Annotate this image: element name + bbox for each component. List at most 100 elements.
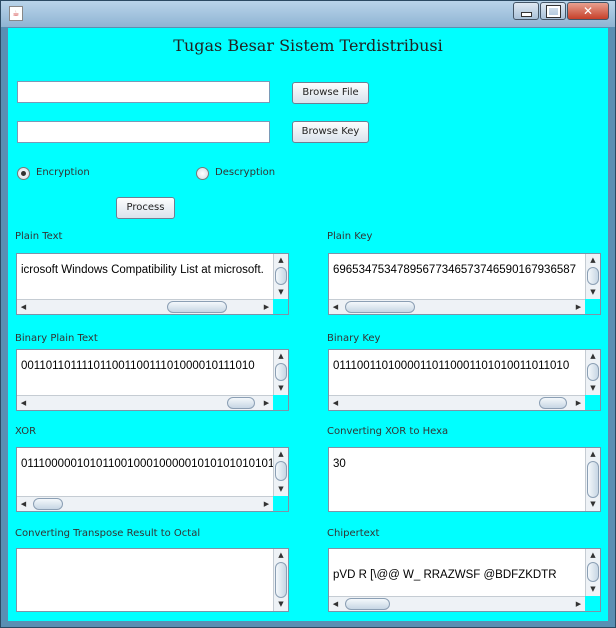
binary-key-value: 01110011010000110110001101010011011010 bbox=[333, 360, 570, 372]
plain-text-label: Plain Text bbox=[15, 231, 63, 242]
maximize-button[interactable] bbox=[540, 2, 566, 20]
scroll-down-icon[interactable]: ▼ bbox=[586, 382, 600, 395]
scroll-right-icon[interactable]: ▶ bbox=[260, 497, 273, 511]
scroll-down-icon[interactable]: ▼ bbox=[274, 598, 288, 611]
scroll-thumb[interactable] bbox=[587, 363, 599, 381]
title-bar[interactable]: ☕ ✕ bbox=[1, 1, 615, 27]
scroll-up-icon[interactable]: ▲ bbox=[586, 549, 600, 562]
plain-text-area[interactable]: icrosoft Windows Compatibility List at m… bbox=[16, 253, 289, 315]
main-panel: Tugas Besar Sistem Terdistribusi Browse … bbox=[8, 28, 608, 621]
page-title: Tugas Besar Sistem Terdistribusi bbox=[173, 36, 443, 55]
chipertext-area[interactable]: pVD R [\@@ W_ RRAZWSF @BDFZKDTR ▲ ▼ ◀ ▶ bbox=[328, 548, 601, 612]
vertical-scrollbar[interactable]: ▲ ▼ bbox=[585, 448, 600, 511]
binary-key-label: Binary Key bbox=[327, 333, 381, 344]
vertical-scrollbar[interactable]: ▲ ▼ bbox=[273, 254, 288, 299]
vertical-scrollbar[interactable]: ▲ ▼ bbox=[273, 448, 288, 496]
scroll-down-icon[interactable]: ▼ bbox=[274, 382, 288, 395]
encryption-label: Encryption bbox=[36, 167, 90, 178]
scroll-thumb[interactable] bbox=[275, 267, 287, 285]
minimize-button[interactable] bbox=[513, 2, 539, 20]
horizontal-scrollbar[interactable]: ◀ ▶ bbox=[17, 496, 273, 511]
scroll-thumb[interactable] bbox=[275, 461, 287, 481]
scroll-up-icon[interactable]: ▲ bbox=[274, 254, 288, 267]
scroll-thumb[interactable] bbox=[587, 461, 599, 498]
scroll-right-icon[interactable]: ▶ bbox=[260, 300, 273, 314]
scroll-thumb[interactable] bbox=[275, 562, 287, 598]
scroll-thumb[interactable] bbox=[345, 598, 390, 610]
scroll-down-icon[interactable]: ▼ bbox=[274, 286, 288, 299]
scroll-down-icon[interactable]: ▼ bbox=[586, 583, 600, 596]
binary-plain-text-area[interactable]: 00110110111101100110011101000010111010 ▲… bbox=[16, 349, 289, 411]
scroll-down-icon[interactable]: ▼ bbox=[274, 483, 288, 496]
scroll-thumb[interactable] bbox=[227, 397, 255, 409]
horizontal-scrollbar[interactable]: ◀ ▶ bbox=[329, 596, 585, 611]
scroll-left-icon[interactable]: ◀ bbox=[329, 396, 342, 410]
horizontal-scrollbar[interactable]: ◀ ▶ bbox=[17, 395, 273, 410]
decryption-label: Descryption bbox=[215, 167, 276, 178]
binary-plain-text-label: Binary Plain Text bbox=[15, 333, 98, 344]
scroll-left-icon[interactable]: ◀ bbox=[17, 497, 30, 511]
plain-text-value: icrosoft Windows Compatibility List at m… bbox=[21, 264, 264, 276]
minimize-icon bbox=[520, 11, 532, 17]
binary-plain-text-value: 00110110111101100110011101000010111010 bbox=[21, 360, 255, 372]
plain-key-value: 69653475347895677346573746590167936587 bbox=[333, 264, 577, 276]
plain-key-area[interactable]: 69653475347895677346573746590167936587 ▲… bbox=[328, 253, 601, 315]
encryption-radio[interactable] bbox=[17, 167, 30, 180]
maximize-icon bbox=[545, 4, 561, 18]
scroll-corner bbox=[273, 299, 288, 314]
scroll-thumb[interactable] bbox=[587, 562, 599, 582]
scroll-left-icon[interactable]: ◀ bbox=[329, 597, 342, 611]
horizontal-scrollbar[interactable]: ◀ ▶ bbox=[329, 395, 585, 410]
scroll-thumb[interactable] bbox=[275, 363, 287, 381]
process-button[interactable]: Process bbox=[116, 197, 175, 219]
scroll-left-icon[interactable]: ◀ bbox=[17, 300, 30, 314]
octal-label: Converting Transpose Result to Octal bbox=[15, 528, 201, 539]
scroll-down-icon[interactable]: ▼ bbox=[586, 498, 600, 511]
xor-hex-label: Converting XOR to Hexa bbox=[327, 426, 449, 437]
scroll-left-icon[interactable]: ◀ bbox=[17, 396, 30, 410]
scroll-thumb[interactable] bbox=[167, 301, 227, 313]
scroll-up-icon[interactable]: ▲ bbox=[586, 350, 600, 363]
xor-value: 0111000001010110010001000001010101010101 bbox=[21, 458, 275, 470]
plain-key-label: Plain Key bbox=[327, 231, 373, 242]
scroll-thumb[interactable] bbox=[539, 397, 567, 409]
radio-selected-dot bbox=[21, 171, 26, 176]
scroll-right-icon[interactable]: ▶ bbox=[260, 396, 273, 410]
vertical-scrollbar[interactable]: ▲ ▼ bbox=[585, 254, 600, 299]
key-path-field[interactable] bbox=[17, 121, 270, 143]
scroll-thumb[interactable] bbox=[345, 301, 415, 313]
scroll-thumb[interactable] bbox=[33, 498, 63, 510]
vertical-scrollbar[interactable]: ▲ ▼ bbox=[273, 549, 288, 611]
scroll-up-icon[interactable]: ▲ bbox=[274, 549, 288, 562]
browse-file-button[interactable]: Browse File bbox=[292, 82, 369, 104]
horizontal-scrollbar[interactable]: ◀ ▶ bbox=[329, 299, 585, 314]
close-button[interactable]: ✕ bbox=[567, 2, 609, 20]
scroll-up-icon[interactable]: ▲ bbox=[586, 448, 600, 461]
browse-key-button[interactable]: Browse Key bbox=[292, 121, 369, 143]
vertical-scrollbar[interactable]: ▲ ▼ bbox=[585, 549, 600, 596]
decryption-radio[interactable] bbox=[196, 167, 209, 180]
scroll-right-icon[interactable]: ▶ bbox=[572, 396, 585, 410]
scroll-up-icon[interactable]: ▲ bbox=[586, 254, 600, 267]
scroll-corner bbox=[273, 395, 288, 410]
file-path-field[interactable] bbox=[17, 81, 270, 103]
vertical-scrollbar[interactable]: ▲ ▼ bbox=[273, 350, 288, 395]
scroll-corner bbox=[585, 395, 600, 410]
xor-area[interactable]: 0111000001010110010001000001010101010101… bbox=[16, 447, 289, 512]
horizontal-scrollbar[interactable]: ◀ ▶ bbox=[17, 299, 273, 314]
scroll-up-icon[interactable]: ▲ bbox=[274, 350, 288, 363]
binary-key-area[interactable]: 01110011010000110110001101010011011010 ▲… bbox=[328, 349, 601, 411]
chipertext-label: Chipertext bbox=[327, 528, 380, 539]
octal-area[interactable]: ▲ ▼ bbox=[16, 548, 289, 612]
scroll-corner bbox=[585, 596, 600, 611]
scroll-up-icon[interactable]: ▲ bbox=[274, 448, 288, 461]
chipertext-value: pVD R [\@@ W_ RRAZWSF @BDFZKDTR bbox=[333, 569, 557, 581]
scroll-down-icon[interactable]: ▼ bbox=[586, 286, 600, 299]
scroll-corner bbox=[273, 496, 288, 511]
vertical-scrollbar[interactable]: ▲ ▼ bbox=[585, 350, 600, 395]
scroll-thumb[interactable] bbox=[587, 267, 599, 285]
scroll-left-icon[interactable]: ◀ bbox=[329, 300, 342, 314]
scroll-right-icon[interactable]: ▶ bbox=[572, 300, 585, 314]
scroll-right-icon[interactable]: ▶ bbox=[572, 597, 585, 611]
xor-hex-area[interactable]: 30 ▲ ▼ bbox=[328, 447, 601, 512]
